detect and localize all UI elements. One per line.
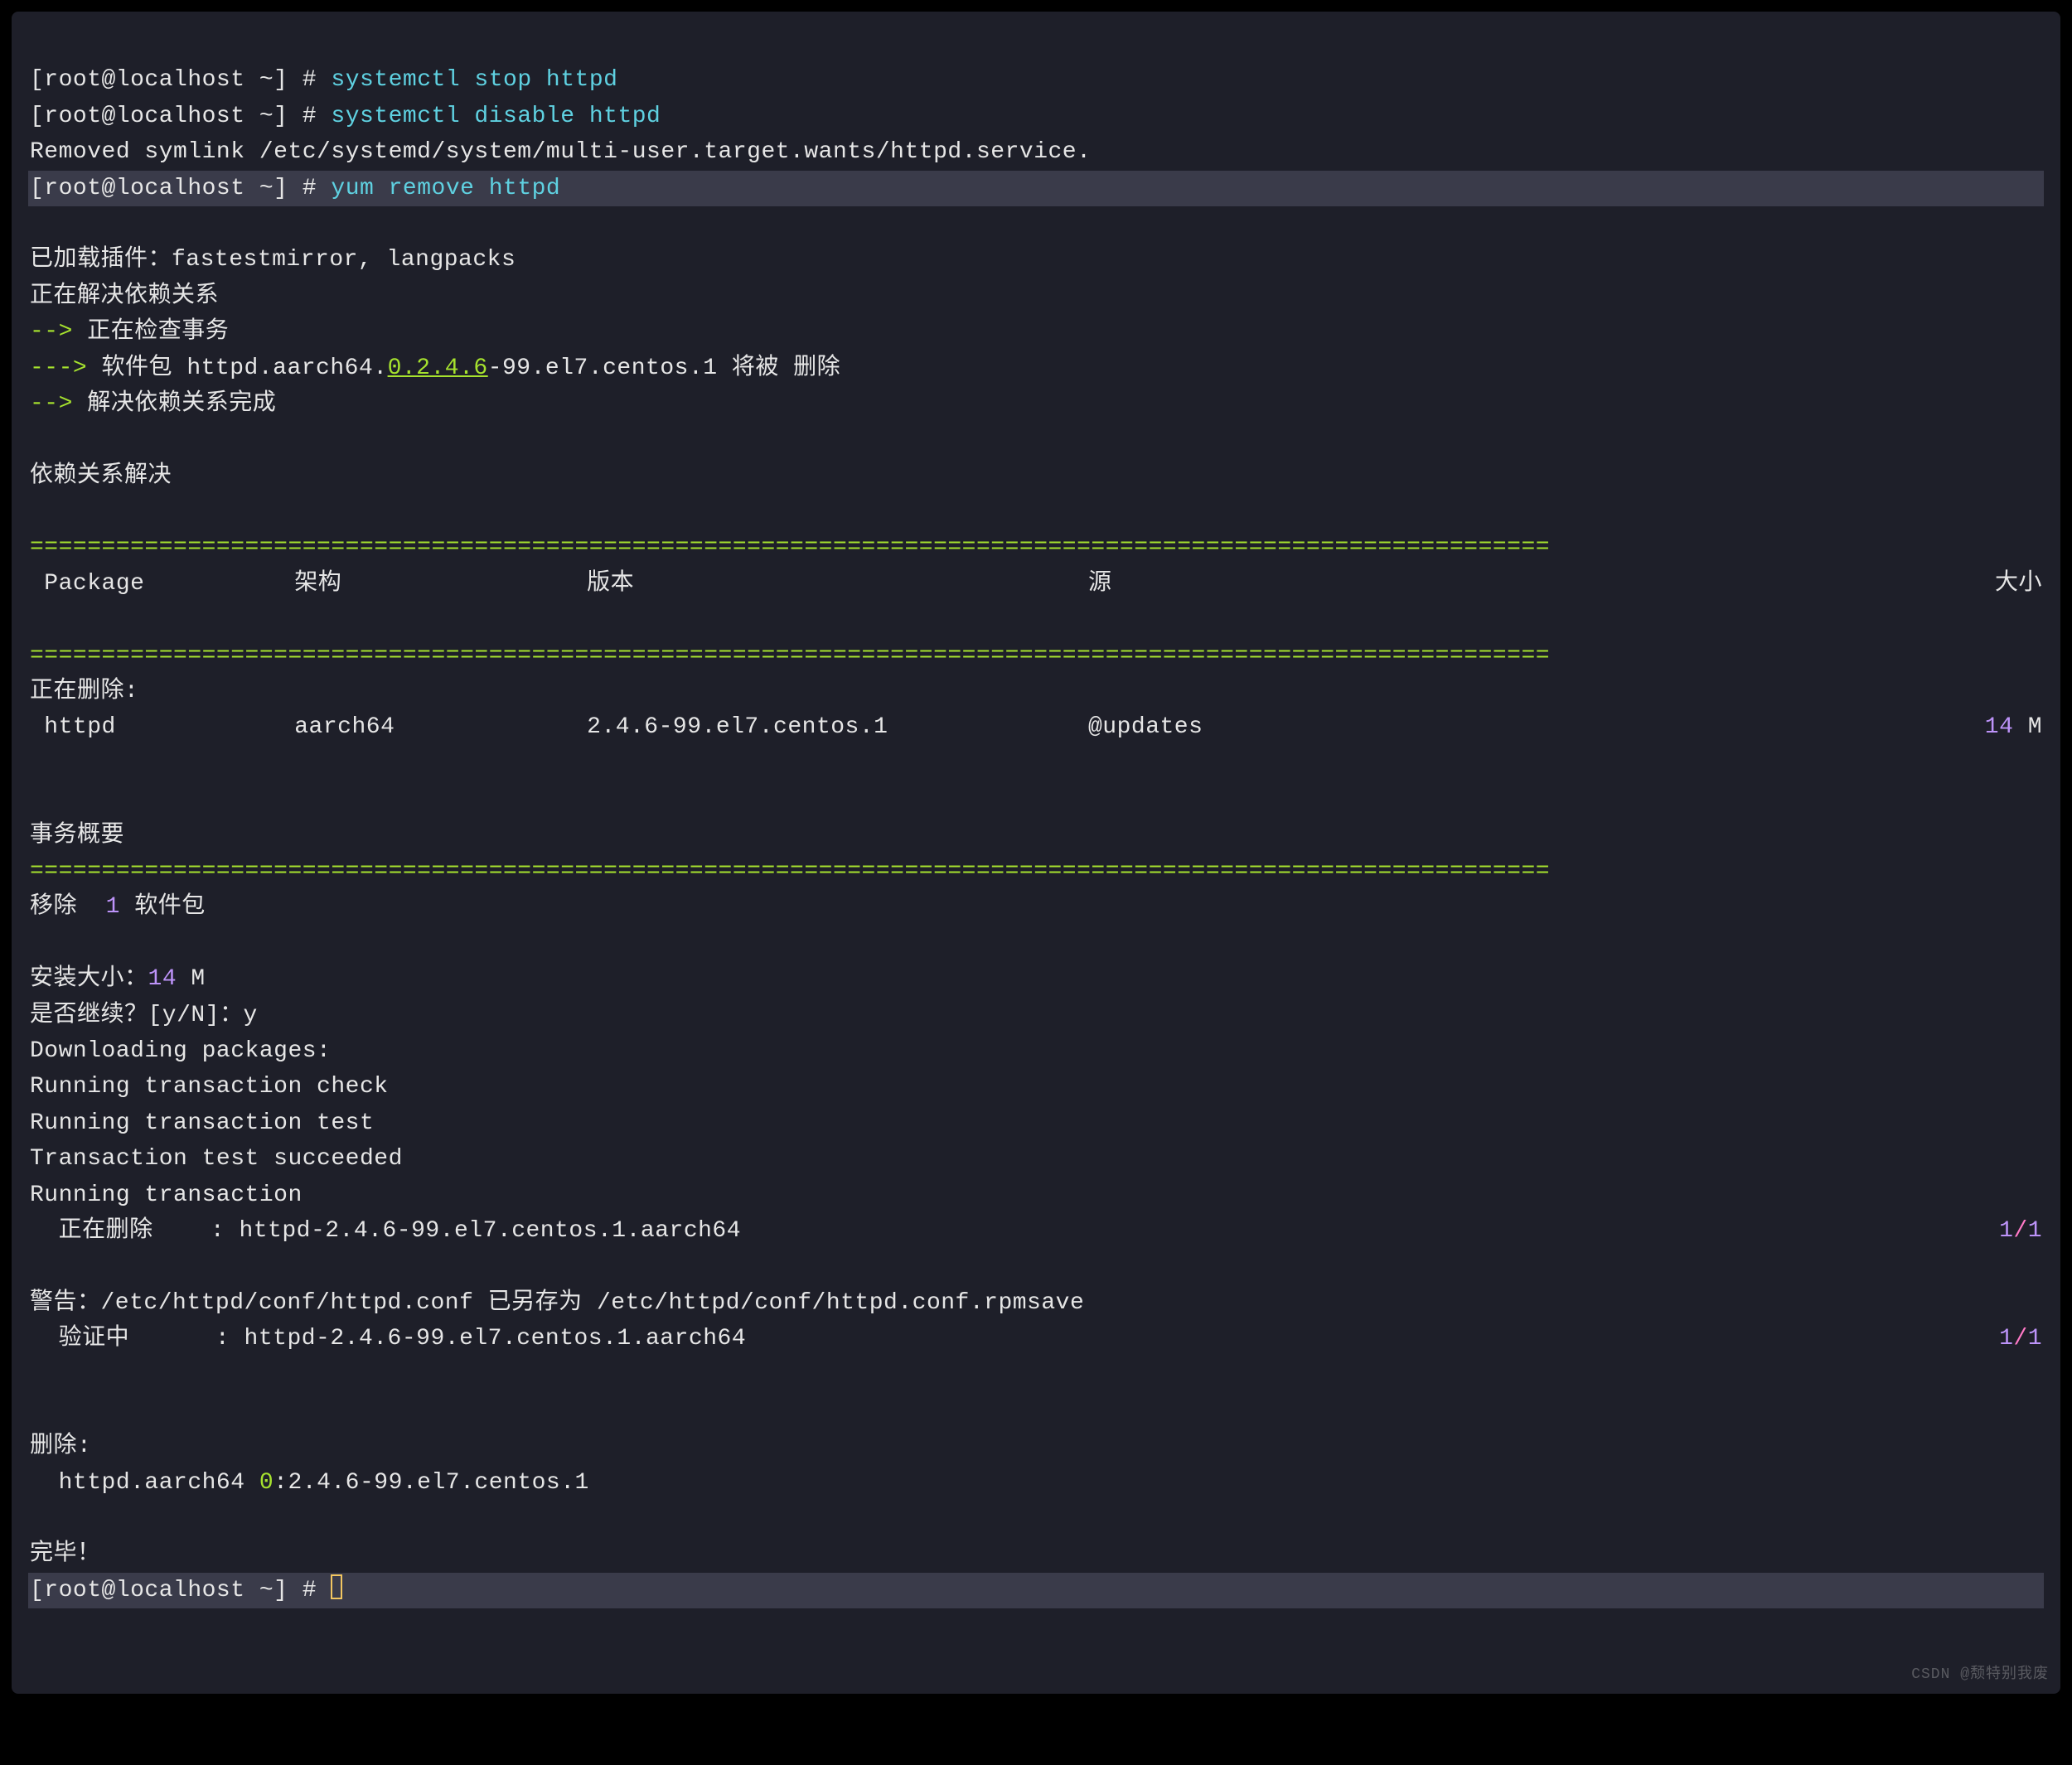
section-header: 事务概要 <box>30 823 124 849</box>
output-line: Running transaction check <box>30 1074 389 1100</box>
output-line: --> 解决依赖关系完成 <box>30 391 276 417</box>
col-version: 版本 <box>587 566 1088 602</box>
cursor-icon <box>331 1574 342 1599</box>
col-package: Package <box>30 566 294 602</box>
divider-bar: ========================================… <box>30 643 1550 669</box>
cell-arch: aarch64 <box>294 709 587 745</box>
terminal-window[interactable]: [root@localhost ~] # systemctl stop http… <box>10 10 2062 1695</box>
output-line: Transaction test succeeded <box>30 1146 403 1172</box>
shell-prompt: [root@localhost ~] <box>30 67 288 93</box>
blank-line <box>30 499 44 525</box>
output-line: httpd.aarch64 0:2.4.6-99.el7.centos.1 <box>30 1470 589 1496</box>
arrow-icon: --> <box>30 391 73 417</box>
cell-package: httpd <box>30 709 294 745</box>
command-text: yum remove httpd <box>331 176 560 201</box>
arrow-icon: --> <box>30 319 73 345</box>
prompt-line: [root@localhost ~] # systemctl stop http… <box>30 67 617 93</box>
output-line: Downloading packages: <box>30 1038 331 1064</box>
highlighted-command-row: [root@localhost ~] # yum remove httpd <box>28 171 2044 206</box>
version-link[interactable]: 0.2.4.6 <box>388 355 488 381</box>
output-line: 安装大小：14 M <box>30 966 206 992</box>
prompt-line: [root@localhost ~] # systemctl disable h… <box>30 104 661 129</box>
output-line: Removed symlink /etc/systemd/system/mult… <box>30 139 1091 165</box>
hash-symbol: # <box>288 67 331 93</box>
shell-prompt: [root@localhost ~] <box>30 104 288 129</box>
cell-version: 2.4.6-99.el7.centos.1 <box>587 709 1088 745</box>
shell-prompt: [root@localhost ~] <box>30 1578 288 1603</box>
user-answer: y <box>244 1003 258 1028</box>
blank-line <box>30 786 44 812</box>
output-line: 已加载插件：fastestmirror, langpacks <box>30 247 516 273</box>
output-line: Running transaction test <box>30 1110 374 1136</box>
col-size: 大小 <box>1995 566 2042 602</box>
output-line: 正在解决依赖关系 <box>30 283 219 309</box>
col-arch: 架构 <box>294 566 587 602</box>
size-value: 14 <box>148 966 177 992</box>
arrow-icon: ---> <box>30 355 87 381</box>
progress-counter: 1/1 <box>1999 1321 2042 1356</box>
done-line: 完毕！ <box>30 1541 101 1567</box>
cell-source: @updates <box>1088 709 1985 745</box>
table-header-row: Package架构版本源大小 <box>30 566 2042 602</box>
blank-line <box>30 1398 44 1424</box>
command-text: systemctl disable httpd <box>331 104 661 129</box>
warning-line: 警告：/etc/httpd/conf/httpd.conf 已另存为 /etc/… <box>30 1290 1084 1316</box>
section-label: 正在删除: <box>30 679 138 704</box>
section-header: 依赖关系解决 <box>30 463 172 489</box>
prompt-question: 是否继续？[y/N]：y <box>30 1003 258 1028</box>
blank-line <box>30 427 44 452</box>
active-prompt-row[interactable]: [root@localhost ~] # <box>28 1573 2044 1608</box>
progress-row: 正在删除 : httpd-2.4.6-99.el7.centos.1.aarch… <box>30 1213 2042 1249</box>
output-line: ---> 软件包 httpd.aarch64.0.2.4.6-99.el7.ce… <box>30 355 840 381</box>
command-text: systemctl stop httpd <box>331 67 617 93</box>
blank-line <box>30 1506 44 1531</box>
col-source: 源 <box>1088 566 1995 602</box>
divider-bar: ========================================… <box>30 534 1550 560</box>
output-line: 移除 1 软件包 <box>30 894 206 920</box>
table-row: httpdaarch642.4.6-99.el7.centos.1@update… <box>30 709 2042 745</box>
watermark-text: CSDN @颓特别我废 <box>1911 1664 2049 1687</box>
output-line: --> 正在检查事务 <box>30 319 229 345</box>
shell-prompt: [root@localhost ~] <box>30 176 288 201</box>
progress-row: 验证中 : httpd-2.4.6-99.el7.centos.1.aarch6… <box>30 1321 2042 1356</box>
divider-bar: ========================================… <box>30 858 1550 884</box>
count-value: 1 <box>106 894 120 920</box>
cell-size: 14 M <box>1985 709 2042 745</box>
blank-line <box>30 931 44 956</box>
output-line: Running transaction <box>30 1182 303 1208</box>
progress-counter: 1/1 <box>1999 1213 2042 1249</box>
section-label: 删除: <box>30 1434 91 1459</box>
